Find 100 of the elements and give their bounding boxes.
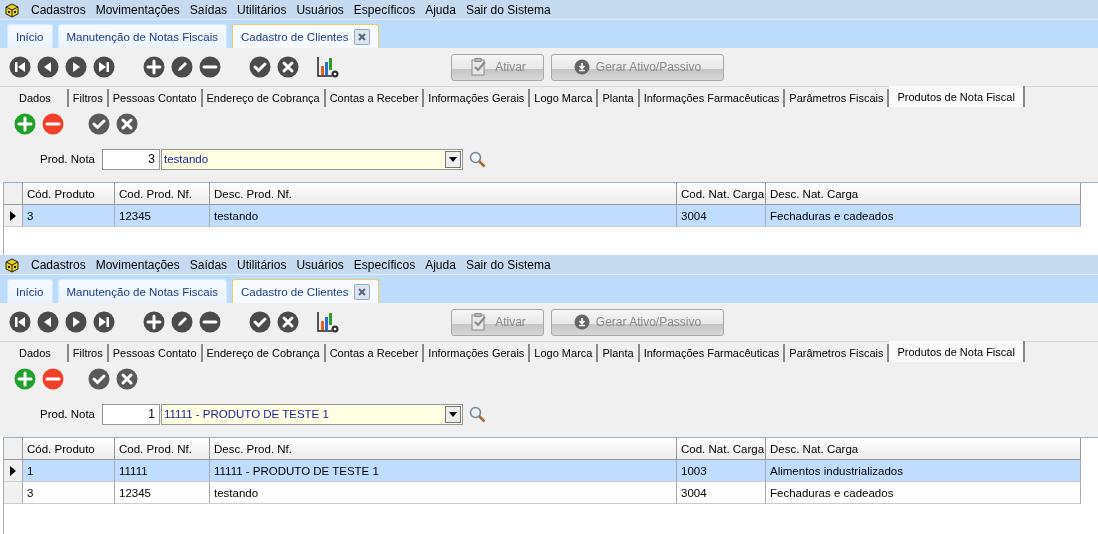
add-button[interactable] [143,311,165,333]
table-cell: 11111 [115,460,210,482]
column-header[interactable]: Desc. Nat. Carga [766,183,1081,205]
caret-icon [449,411,457,417]
tab[interactable]: Manutenção de Notas Fiscais [57,279,227,303]
menu-item[interactable]: Saídas [184,257,233,272]
tab[interactable]: Início [7,279,53,303]
chart-settings-icon[interactable] [316,55,340,79]
row-indicator[interactable] [4,460,23,482]
previous-button[interactable] [37,311,59,333]
dropdown-button[interactable] [445,150,461,168]
table-cell: 3004 [677,482,766,504]
close-icon[interactable] [354,283,371,300]
menu-item[interactable]: Utilitários [232,2,292,17]
column-header[interactable]: Cod. Prod. Nf. [115,183,210,205]
table-row[interactable]: 1 11111 11111 - PRODUTO DE TESTE 1 1003 Alimentos industrializados [4,460,1098,482]
tab[interactable]: Cadastro de Clientes [232,24,380,48]
cancel-button[interactable] [116,368,138,390]
row-pointer-icon [10,465,16,476]
row-pointer-icon [10,210,16,221]
confirm-button[interactable] [249,56,271,78]
table-cell: 1003 [677,460,766,482]
table-cell: 3 [23,205,115,227]
field-label: Prod. Nota [39,408,95,420]
cancel-button[interactable] [116,113,138,135]
tab[interactable]: Produtos de Nota Fiscal [889,341,1025,362]
menu-item[interactable]: Sair do Sistema [460,2,556,17]
edit-button[interactable] [171,311,193,333]
previous-button[interactable] [37,56,59,78]
dropdown-button[interactable] [445,405,461,423]
product-combobox[interactable]: testando [161,148,463,170]
table-cell: Fechaduras e cadeados [766,482,1081,504]
chart-settings-icon[interactable] [316,310,340,334]
table-cell: 12345 [115,205,210,227]
last-button[interactable] [93,56,115,78]
cancel-button[interactable] [277,311,299,333]
remove-button[interactable] [199,311,221,333]
menu-item[interactable]: Movimentações [90,2,185,17]
tab[interactable]: Início [7,24,53,48]
add-button[interactable] [143,56,165,78]
menu-item[interactable]: Ajuda [420,2,461,17]
remove-button[interactable] [42,368,64,390]
tab[interactable]: Produtos de Nota Fiscal [889,86,1025,107]
menu-item[interactable]: Cadastros [26,2,91,17]
next-button[interactable] [65,311,87,333]
code-field[interactable]: 1 [102,403,160,425]
app-logo-icon [4,256,20,273]
table-cell: Fechaduras e cadeados [766,205,1081,227]
column-header[interactable]: Desc. Prod. Nf. [210,183,677,205]
table-row[interactable]: 3 12345 testando 3004 Fechaduras e cadeados [4,482,1098,504]
menu-item[interactable]: Ajuda [420,257,461,272]
edit-button[interactable] [171,56,193,78]
remove-button[interactable] [199,56,221,78]
product-combobox[interactable]: 11111 - PRODUTO DE TESTE 1 [161,403,463,425]
last-button[interactable] [93,311,115,333]
row-indicator[interactable] [4,205,23,227]
first-button[interactable] [9,56,31,78]
table-cell: 11111 - PRODUTO DE TESTE 1 [210,460,677,482]
column-header[interactable]: Desc. Nat. Carga [766,438,1081,460]
table-cell: testando [210,482,677,504]
table-cell: 1 [23,460,115,482]
table-cell: Alimentos industrializados [766,460,1081,482]
confirm-button[interactable] [249,311,271,333]
code-field[interactable]: 3 [102,148,160,170]
table-cell: 3004 [677,205,766,227]
caret-icon [449,156,457,162]
tab[interactable]: Cadastro de Clientes [232,279,380,303]
next-button[interactable] [65,56,87,78]
table-cell: testando [210,205,677,227]
download-icon [573,59,590,75]
column-header[interactable]: Cod. Prod. Nf. [115,438,210,460]
tab[interactable]: Manutenção de Notas Fiscais [57,24,227,48]
column-header[interactable]: Desc. Prod. Nf. [210,438,677,460]
menu-item[interactable]: Usuários [291,257,349,272]
menu-item[interactable]: Cadastros [26,257,91,272]
menu-item[interactable]: Saídas [184,2,233,17]
menu-item[interactable]: Usuários [291,2,349,17]
confirm-button[interactable] [88,113,110,135]
search-icon[interactable] [469,150,486,168]
download-icon [573,314,590,330]
field-label: Prod. Nota [39,153,95,165]
column-header[interactable]: Cod. Nat. Carga [677,183,766,205]
first-button[interactable] [9,311,31,333]
table-cell: 3 [23,482,115,504]
menu-item[interactable]: Específicos [348,2,421,17]
menu-item[interactable]: Sair do Sistema [460,257,556,272]
menu-item[interactable]: Utilitários [232,257,292,272]
menu-item[interactable]: Movimentações [90,257,185,272]
confirm-button[interactable] [88,368,110,390]
app-logo-icon [4,1,20,18]
column-header[interactable]: Cód. Produto [23,183,115,205]
search-icon[interactable] [469,405,486,423]
column-header[interactable]: Cód. Produto [23,438,115,460]
remove-button[interactable] [42,113,64,135]
table-row[interactable]: 3 12345 testando 3004 Fechaduras e cadeados [4,205,1098,227]
menu-item[interactable]: Específicos [348,257,421,272]
table-cell: 12345 [115,482,210,504]
column-header[interactable]: Cod. Nat. Carga [677,438,766,460]
close-icon[interactable] [354,28,371,45]
cancel-button[interactable] [277,56,299,78]
